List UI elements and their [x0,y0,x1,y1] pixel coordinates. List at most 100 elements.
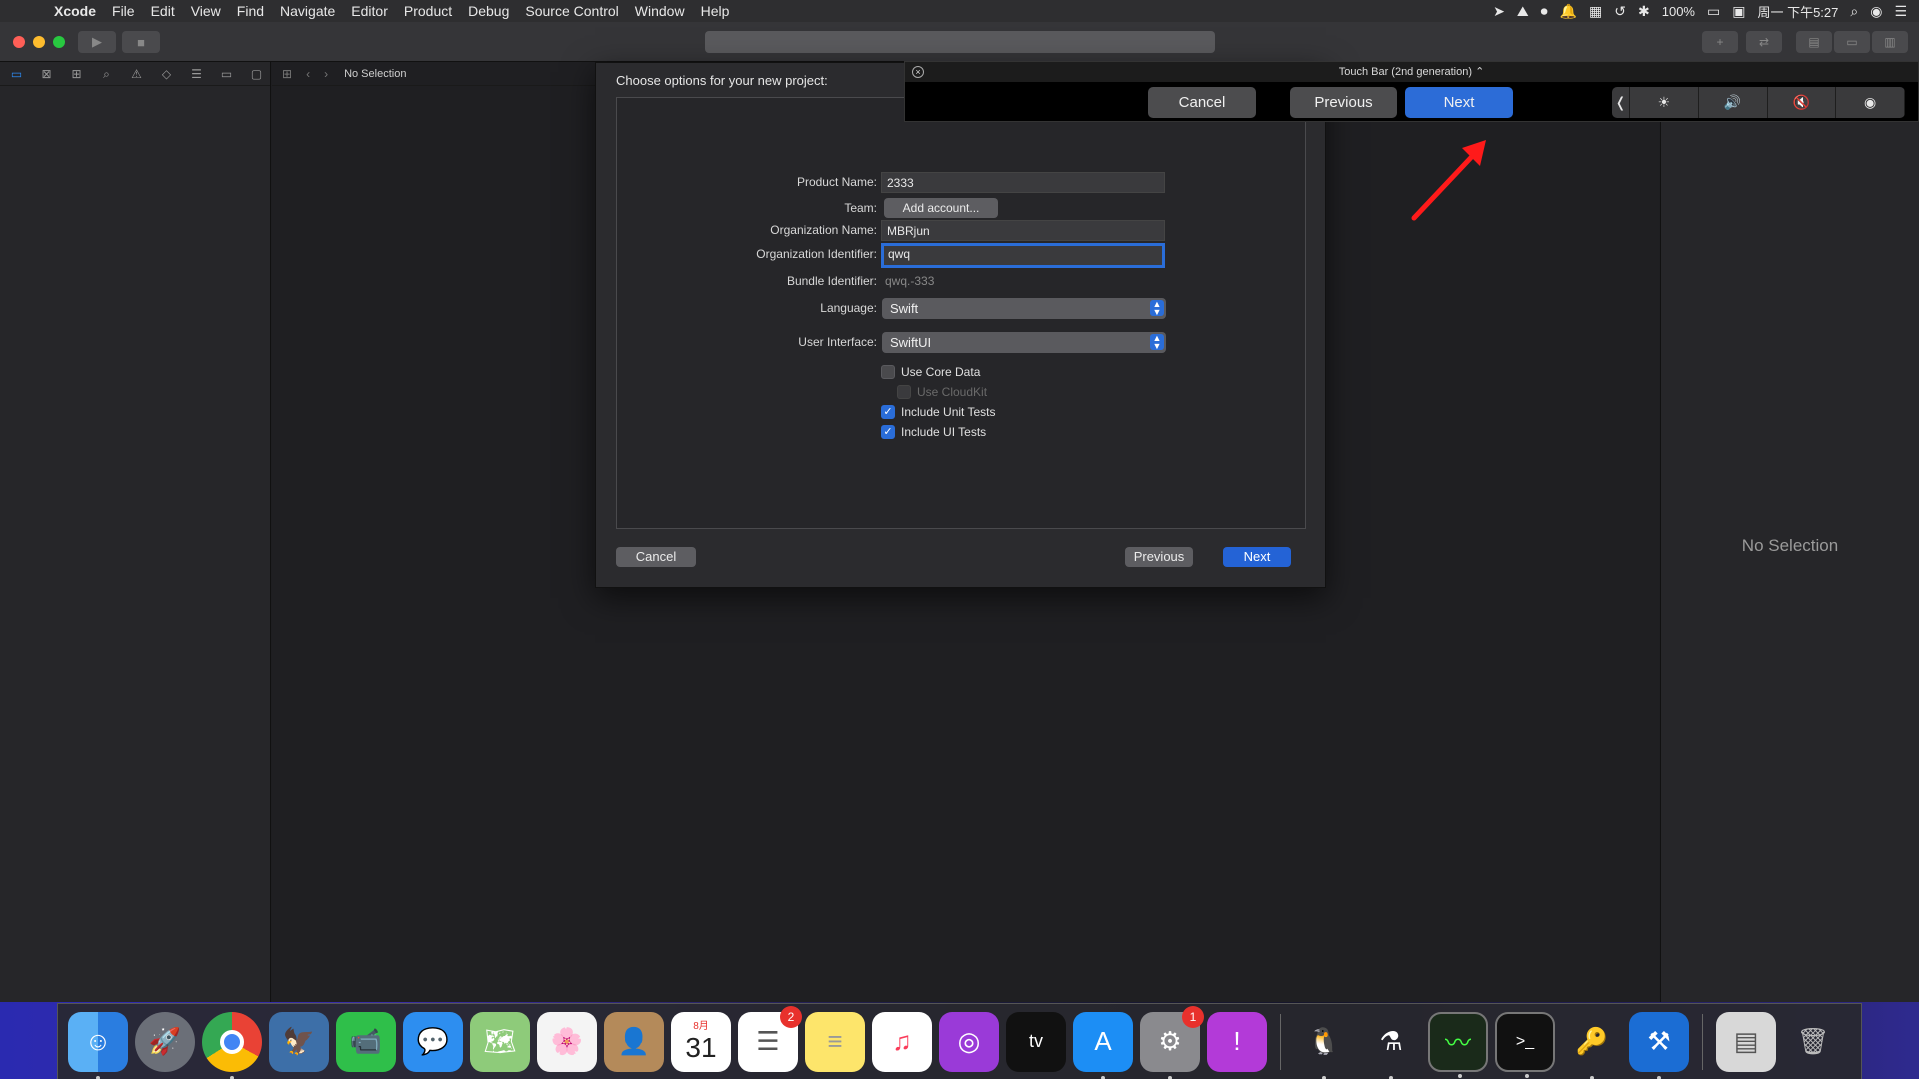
menu-source-control[interactable]: Source Control [525,3,618,19]
music-icon[interactable]: ♫ [872,1011,932,1072]
menu-product[interactable]: Product [404,3,452,19]
breakpoint-icon[interactable]: ▭ [218,67,235,81]
mute-icon[interactable]: 🔇 [1768,87,1837,118]
use-core-data-checkbox[interactable]: Use Core Data [881,364,980,380]
menu-clock[interactable]: 周一 下午5:27 [1757,2,1838,21]
photos-icon[interactable]: 🌸 [537,1011,597,1072]
touchbar-cancel-button[interactable]: Cancel [1148,87,1256,118]
chrome-icon[interactable] [202,1011,262,1079]
contacts-icon[interactable]: 👤 [604,1011,664,1072]
menu-view[interactable]: View [191,3,221,19]
bluetooth-icon[interactable]: ✱ [1638,3,1650,20]
brightness-icon[interactable]: ☀ [1630,87,1699,118]
include-ui-tests-checkbox[interactable]: ✓ Include UI Tests [881,424,986,440]
back-icon[interactable]: ‹ [306,67,310,81]
org-id-label: Organization Identifier: [756,247,877,261]
window-zoom-button[interactable] [53,36,65,48]
chevron-left-icon[interactable]: ❬ [1612,87,1630,118]
record-icon[interactable]: ⏺ [1541,3,1548,20]
checkmark-icon[interactable]: ✓ [881,425,895,439]
activity-monitor-icon[interactable]: 〰 [1428,1011,1488,1078]
window-minimize-button[interactable] [33,36,45,48]
app-store-icon[interactable]: A [1073,1011,1133,1079]
toggle-debug-button[interactable]: ▭ [1834,31,1870,53]
menu-file[interactable]: File [112,3,135,19]
messages-icon[interactable]: 💬 [403,1011,463,1072]
xcode-icon[interactable]: ⚒ [1629,1011,1689,1079]
terminal-icon[interactable]: >_ [1495,1011,1555,1078]
touchbar-next-button[interactable]: Next [1405,87,1513,118]
menu-editor[interactable]: Editor [351,3,388,19]
language-popup[interactable]: Swift ▲ ▼ [882,298,1166,319]
notification-icon[interactable]: 🔔 [1560,3,1577,20]
trash-icon[interactable]: 🗑 [1783,1012,1843,1072]
display-icon[interactable]: ▣ [1732,3,1745,20]
touchbar-previous-button[interactable]: Previous [1290,87,1397,118]
next-button[interactable]: Next [1223,547,1291,567]
previous-button[interactable]: Previous [1125,547,1193,567]
notes-icon[interactable]: ≡ [805,1011,865,1072]
touch-bar-title[interactable]: Touch Bar (2nd generation) ⌃ [905,65,1918,78]
battery-icon[interactable]: ▭ [1707,3,1720,20]
send-icon[interactable]: ➤ [1493,3,1505,20]
stop-button[interactable]: ■ [122,31,160,53]
app-status-icon[interactable]: ⛰ [1517,3,1529,20]
toggle-navigator-button[interactable]: ▤ [1796,31,1832,53]
window-close-button[interactable] [13,36,25,48]
running-indicator [1525,1073,1529,1078]
siri-icon[interactable]: ◉ [1836,87,1905,118]
run-button[interactable]: ▶ [78,31,116,53]
library-button[interactable]: + [1702,31,1738,53]
ui-popup[interactable]: SwiftUI ▲ ▼ [882,332,1166,353]
menu-navigate[interactable]: Navigate [280,3,335,19]
calendar-icon[interactable]: 8月 31 [671,1011,731,1072]
maps-icon[interactable]: 🗺 [470,1011,530,1072]
spotlight-icon[interactable]: ⌕ [1850,3,1858,20]
product-name-field[interactable]: 2333 [881,172,1165,193]
siri-menu-icon[interactable]: ◉ [1870,3,1882,20]
volume-icon[interactable]: 🔊 [1699,87,1768,118]
podcasts-icon[interactable]: ◎ [939,1011,999,1072]
test-icon[interactable]: ◇ [158,67,175,81]
code-review-button[interactable]: ⇄ [1746,31,1782,53]
preview-icon[interactable]: 🦅 [269,1011,329,1072]
time-machine-icon[interactable]: ↺ [1614,3,1626,20]
find-icon[interactable]: ⌕ [98,67,115,81]
source-control-icon[interactable]: ⊠ [38,67,55,81]
finder-icon[interactable]: ☺ [68,1011,128,1079]
launchpad-icon[interactable]: 🚀 [135,1011,195,1072]
report-icon[interactable]: ▢ [248,67,265,81]
menu-help[interactable]: Help [701,3,730,19]
add-account-button[interactable]: Add account... [884,198,998,218]
menu-find[interactable]: Find [237,3,264,19]
facetime-icon[interactable]: 📹 [336,1011,396,1072]
org-id-field[interactable]: qwq [881,243,1165,268]
menu-debug[interactable]: Debug [468,3,509,19]
symbol-icon[interactable]: ⊞ [68,67,85,81]
include-unit-tests-checkbox[interactable]: ✓ Include Unit Tests [881,404,996,420]
system-preferences-icon[interactable]: ⚙ 1 [1140,1005,1204,1079]
keychain-access-icon[interactable]: 🔑 [1562,1012,1622,1079]
forward-icon[interactable]: › [324,67,328,81]
control-center-icon[interactable]: ☰ [1894,3,1907,20]
issue-icon[interactable]: ⚠ [128,67,145,81]
instruments-icon[interactable]: ⚗ [1361,1012,1421,1079]
battery-percent[interactable]: 100% [1662,4,1695,19]
menu-window[interactable]: Window [635,3,685,19]
downloads-stack-icon[interactable]: ▤ [1716,1011,1776,1072]
org-name-field[interactable]: MBRjun [881,220,1165,241]
related-items-icon[interactable]: ⊞ [282,67,292,81]
toggle-inspector-button[interactable]: ▥ [1872,31,1908,53]
checkbox-box[interactable] [881,365,895,379]
debug-icon[interactable]: ☰ [188,67,205,81]
folder-icon[interactable]: ▭ [8,67,25,81]
checkmark-icon[interactable]: ✓ [881,405,895,419]
apple-tv-icon[interactable]: tv [1006,1011,1066,1072]
input-method-icon[interactable]: ▦ [1589,3,1602,20]
menu-app-name[interactable]: Xcode [54,3,96,19]
qq-icon[interactable]: 🐧 [1294,1012,1354,1079]
menu-edit[interactable]: Edit [151,3,175,19]
feedback-assistant-icon[interactable]: ! [1207,1011,1267,1072]
cancel-button[interactable]: Cancel [616,547,696,567]
reminders-icon[interactable]: ☰ 2 [738,1005,802,1072]
